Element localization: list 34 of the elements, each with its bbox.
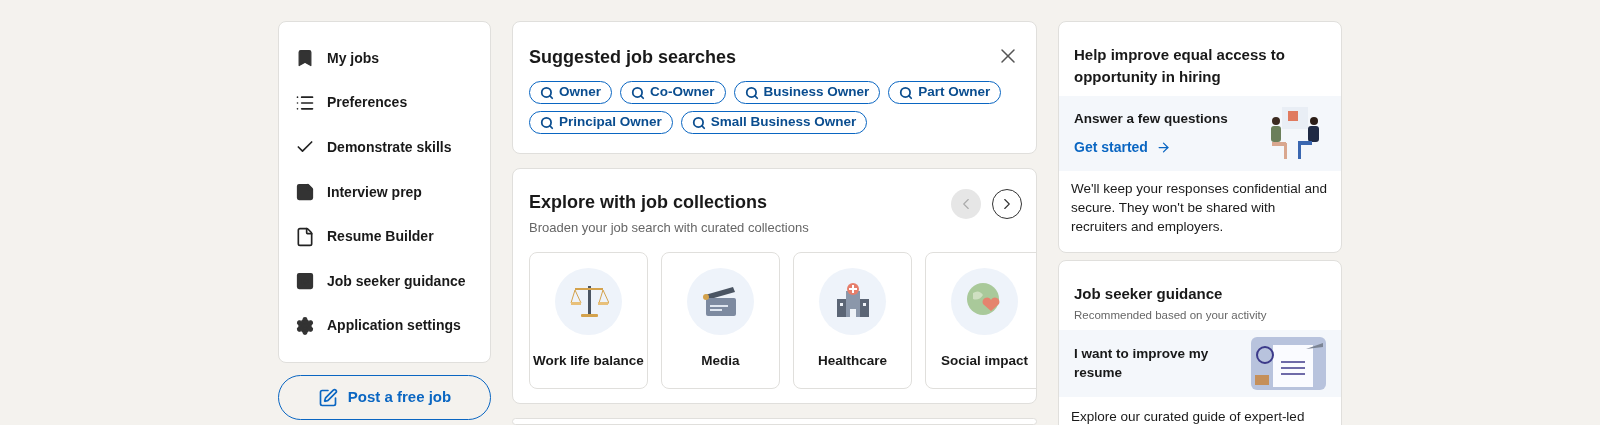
note-icon <box>295 182 315 203</box>
search-icon <box>540 85 554 100</box>
collection-card[interactable]: Work life balance <box>529 251 648 389</box>
guidance-text: Explore our curated guide of expert-led <box>1070 407 1306 425</box>
card-title: Explore with job collections <box>529 191 769 214</box>
survey-prompt: Answer a few questions <box>1074 109 1228 128</box>
guidance-panel[interactable]: I want to improve my resume <box>1059 329 1341 397</box>
sidebar-item[interactable]: My jobs <box>295 36 474 81</box>
privacy-note: We'll keep your responses confidential and secure. They won't be shared with recruiters and employers. <box>1070 180 1328 236</box>
card-title: Job seeker guidance <box>1073 284 1224 304</box>
settings-icon <box>295 315 315 336</box>
get-started-link[interactable]: Get started <box>1074 137 1228 159</box>
guidance-prompt: I want to improve my resume <box>1074 345 1210 383</box>
sidebar-item[interactable]: Application settings <box>295 303 474 349</box>
search-icon <box>691 115 706 130</box>
collection-card[interactable]: Media <box>661 251 780 389</box>
document-icon <box>295 226 315 247</box>
collection-card[interactable]: Healthcare <box>793 251 912 389</box>
collection-card[interactable]: Social impact <box>925 251 1036 389</box>
search-icon <box>744 85 759 100</box>
sidebar-item[interactable]: Interview prep <box>295 169 474 215</box>
card-subtitle: Recommended based on your activity <box>1073 307 1268 323</box>
sidebar-item[interactable]: Job seeker guidance <box>295 258 474 304</box>
search-icon <box>540 115 554 130</box>
sidebar-item[interactable]: Demonstrate skills <box>295 125 474 170</box>
search-icon <box>899 85 914 100</box>
card-subtitle: Broaden your job search with curated collections <box>529 219 809 237</box>
edit-icon <box>317 387 338 408</box>
sidebar-item[interactable]: Preferences <box>295 80 474 126</box>
arrow-right-icon <box>1155 140 1171 156</box>
search-icon <box>631 85 645 100</box>
card-title: Suggested job searches <box>529 46 737 69</box>
card-title: Help improve equal access to opportunity in hiring <box>1073 45 1286 87</box>
sidebar-item[interactable]: Resume Builder <box>295 214 474 259</box>
